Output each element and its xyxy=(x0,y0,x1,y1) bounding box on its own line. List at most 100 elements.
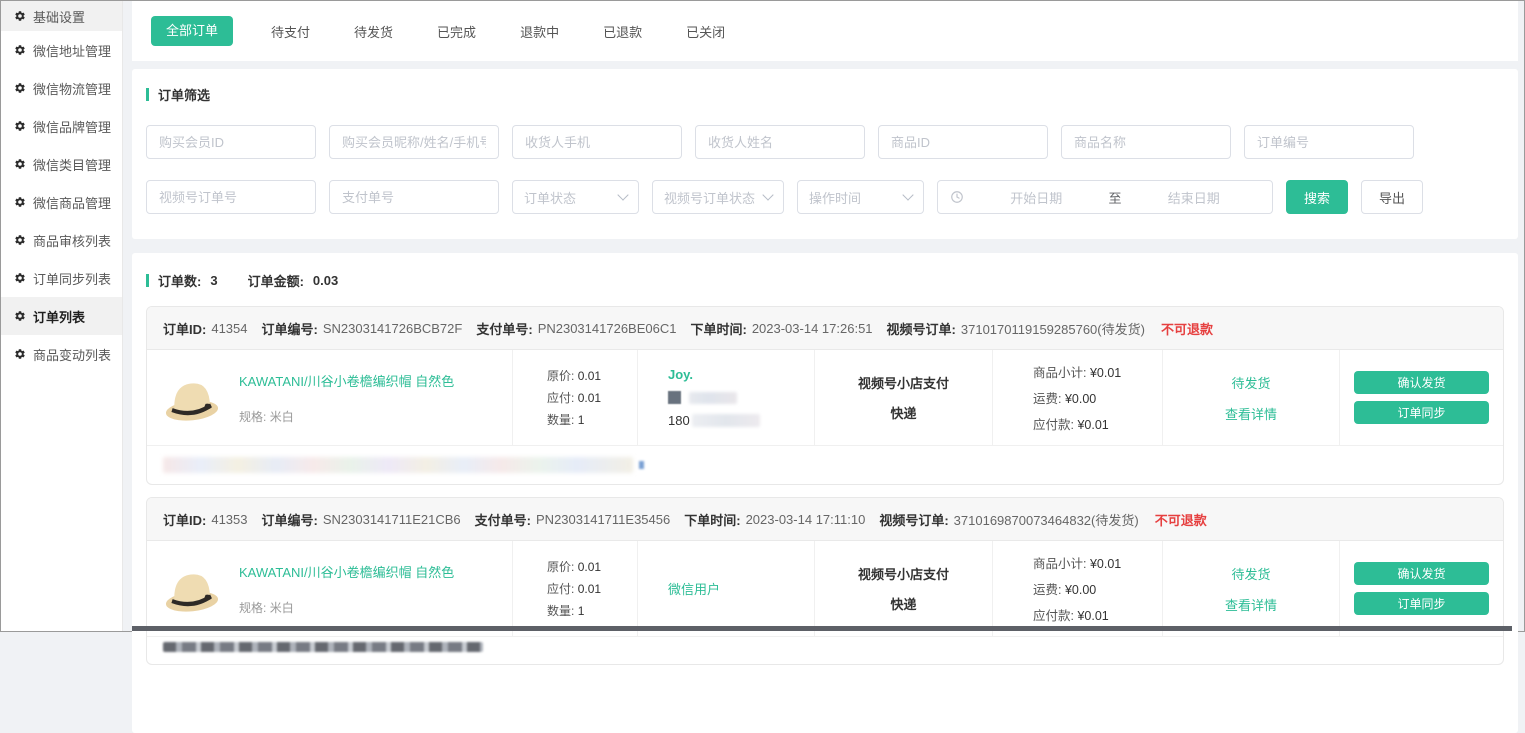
no-refund-flag: 不可退款 xyxy=(1155,510,1207,529)
order-status-tabs: 全部订单 待支付 待发货 已完成 退款中 已退款 已关闭 xyxy=(132,1,1518,61)
qty-value: 1 xyxy=(578,604,585,618)
blurred-address xyxy=(163,457,633,473)
gear-icon xyxy=(14,348,26,360)
section-accent-bar xyxy=(146,274,149,287)
sidebar-item-order-sync-list[interactable]: 订单同步列表 xyxy=(1,259,122,297)
sidebar-item-wechat-category[interactable]: 微信类目管理 xyxy=(1,145,122,183)
address-row xyxy=(147,445,1503,484)
delivery-method: 快递 xyxy=(890,594,916,613)
sidebar-item-label: 微信商品管理 xyxy=(33,193,111,212)
product-id-input[interactable] xyxy=(878,125,1048,159)
receiver-phone-input[interactable] xyxy=(512,125,682,159)
view-detail-link[interactable]: 查看详情 xyxy=(1225,595,1277,614)
customer-cell: 微信用户 xyxy=(638,541,815,636)
blurred-avatar xyxy=(668,391,681,404)
status-badge: 待发货 xyxy=(1231,373,1270,392)
view-detail-link[interactable]: 查看详情 xyxy=(1225,404,1277,423)
no-refund-flag: 不可退款 xyxy=(1161,319,1213,338)
chevron-down-icon xyxy=(902,189,913,200)
price-cell: 原价: 0.01 应付: 0.01 数量: 1 xyxy=(513,350,638,445)
orig-price-value: 0.01 xyxy=(578,560,601,574)
product-name-input[interactable] xyxy=(1061,125,1231,159)
customer-nickname: 微信用户 xyxy=(668,579,720,598)
video-order-value: 3710169870073464832(待发货) xyxy=(954,510,1139,529)
gear-icon xyxy=(14,196,26,208)
order-sn-input[interactable] xyxy=(1244,125,1414,159)
order-id-value: 41354 xyxy=(211,321,247,336)
start-date-field[interactable]: 开始日期 xyxy=(970,188,1103,207)
order-body: KAWATANI/川谷小卷檐编织帽 自然色 规格: 米白 原价: 0.01 应付… xyxy=(147,350,1503,445)
sidebar-item-wechat-address[interactable]: 微信地址管理 xyxy=(1,31,122,69)
order-summary: 订单数: 3 订单金额: 0.03 xyxy=(146,271,1504,290)
sidebar-item-wechat-logistics[interactable]: 微信物流管理 xyxy=(1,69,122,107)
tab-refunding[interactable]: 退款中 xyxy=(514,22,565,41)
product-name-link[interactable]: KAWATANI/川谷小卷檐编织帽 自然色 xyxy=(239,562,454,581)
horizontal-scrollbar[interactable] xyxy=(132,626,1512,631)
order-header: 订单ID:41353 订单编号:SN2303141711E21CB6 支付单号:… xyxy=(147,498,1503,541)
order-sync-button[interactable]: 订单同步 xyxy=(1354,592,1489,615)
tab-closed[interactable]: 已关闭 xyxy=(680,22,731,41)
sidebar-item-wechat-product[interactable]: 微信商品管理 xyxy=(1,183,122,221)
due-value: 0.01 xyxy=(578,391,601,405)
pay-sn-input[interactable] xyxy=(329,180,499,214)
product-image xyxy=(161,561,223,617)
order-status-select[interactable]: 订单状态 xyxy=(512,180,639,214)
amounts-cell: 商品小计: ¥0.01 运费: ¥0.00 应付款: ¥0.01 xyxy=(993,541,1163,636)
payment-cell: 视频号小店支付 快递 xyxy=(815,350,993,445)
order-sn-value: SN2303141711E21CB6 xyxy=(323,512,461,527)
tab-pending-shipment[interactable]: 待发货 xyxy=(348,22,399,41)
sidebar-item-order-list[interactable]: 订单列表 xyxy=(1,297,122,335)
video-order-sn-input[interactable] xyxy=(146,180,316,214)
product-image xyxy=(161,370,223,426)
end-date-field[interactable]: 结束日期 xyxy=(1128,188,1261,207)
member-id-input[interactable] xyxy=(146,125,316,159)
blurred-phone xyxy=(692,414,760,427)
freight-value: ¥0.00 xyxy=(1065,583,1096,597)
sidebar-item-label: 基础设置 xyxy=(33,7,85,26)
gear-icon xyxy=(14,10,26,22)
product-spec: 规格: 米白 xyxy=(239,408,454,425)
orig-price-value: 0.01 xyxy=(578,369,601,383)
chevron-down-icon xyxy=(762,189,773,200)
chevron-down-icon xyxy=(617,189,628,200)
sidebar-item-wechat-brand[interactable]: 微信品牌管理 xyxy=(1,107,122,145)
date-separator: 至 xyxy=(1109,188,1122,207)
actions-cell: 确认发货 订单同步 xyxy=(1340,541,1503,636)
confirm-ship-button[interactable]: 确认发货 xyxy=(1354,371,1489,394)
order-body: KAWATANI/川谷小卷檐编织帽 自然色 规格: 米白 原价: 0.01 应付… xyxy=(147,541,1503,636)
sidebar-item-product-change-list[interactable]: 商品变动列表 xyxy=(1,335,122,373)
export-button[interactable]: 导出 xyxy=(1361,180,1423,214)
subtotal-value: ¥0.01 xyxy=(1090,557,1121,571)
sidebar-item-product-audit-list[interactable]: 商品审核列表 xyxy=(1,221,122,259)
order-amount-value: 0.03 xyxy=(313,273,338,288)
order-id-value: 41353 xyxy=(211,512,247,527)
tab-completed[interactable]: 已完成 xyxy=(431,22,482,41)
gear-icon xyxy=(14,120,26,132)
sidebar: 基础设置 微信地址管理 微信物流管理 微信品牌管理 微信类目管理 微信商品管理 … xyxy=(1,1,123,631)
tab-pending-payment[interactable]: 待支付 xyxy=(265,22,316,41)
pay-sn-value: PN2303141711E35456 xyxy=(536,512,670,527)
video-order-status-select[interactable]: 视频号订单状态 xyxy=(652,180,784,214)
order-list-panel: 订单数: 3 订单金额: 0.03 订单ID:41354 订单编号:SN2303… xyxy=(132,253,1518,733)
gear-icon xyxy=(14,234,26,246)
product-name-link[interactable]: KAWATANI/川谷小卷檐编织帽 自然色 xyxy=(239,371,454,390)
order-sync-button[interactable]: 订单同步 xyxy=(1354,401,1489,424)
tab-refunded[interactable]: 已退款 xyxy=(597,22,648,41)
member-info-input[interactable] xyxy=(329,125,499,159)
tab-all-orders[interactable]: 全部订单 xyxy=(151,16,233,46)
date-range-picker[interactable]: 开始日期 至 结束日期 xyxy=(937,180,1273,214)
sidebar-item-label: 商品审核列表 xyxy=(33,231,111,250)
operate-time-select[interactable]: 操作时间 xyxy=(797,180,924,214)
sidebar-item-label: 订单列表 xyxy=(33,307,85,326)
confirm-ship-button[interactable]: 确认发货 xyxy=(1354,562,1489,585)
search-button[interactable]: 搜索 xyxy=(1286,180,1348,214)
product-cell: KAWATANI/川谷小卷檐编织帽 自然色 规格: 米白 xyxy=(147,541,513,636)
receiver-name-input[interactable] xyxy=(695,125,865,159)
pay-method: 视频号小店支付 xyxy=(858,564,949,583)
section-accent-bar xyxy=(146,88,149,101)
product-cell: KAWATANI/川谷小卷檐编织帽 自然色 规格: 米白 xyxy=(147,350,513,445)
sidebar-item-basic-settings[interactable]: 基础设置 xyxy=(1,1,122,31)
gear-icon xyxy=(14,158,26,170)
order-sn-value: SN2303141726BCB72F xyxy=(323,321,463,336)
actions-cell: 确认发货 订单同步 xyxy=(1340,350,1503,445)
